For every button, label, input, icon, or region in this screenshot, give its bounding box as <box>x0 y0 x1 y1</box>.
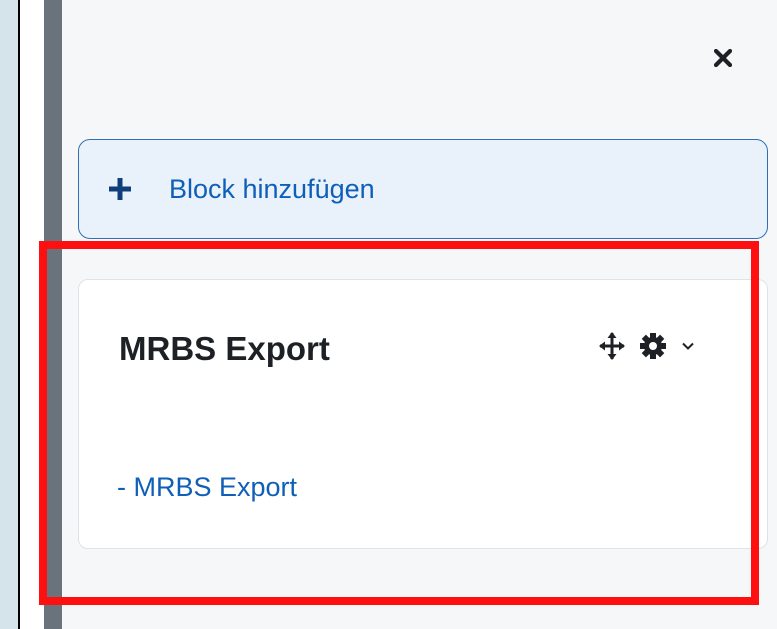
mrbs-export-block: MRBS Export - MRBS Export <box>78 279 768 549</box>
mrbs-export-link[interactable]: - MRBS Export <box>117 472 297 503</box>
close-icon <box>713 48 733 72</box>
block-actions <box>599 332 695 360</box>
chevron-down-icon[interactable] <box>681 339 695 353</box>
move-icon[interactable] <box>599 332 625 360</box>
add-block-label: Block hinzufügen <box>169 173 375 204</box>
add-block-button[interactable]: Block hinzufügen <box>78 139 768 239</box>
block-title: MRBS Export <box>119 330 330 367</box>
drawer-handle-bar <box>44 0 62 629</box>
gear-icon[interactable] <box>639 332 667 360</box>
close-drawer-button[interactable] <box>701 38 745 82</box>
plus-icon <box>109 178 131 200</box>
drawer-edge <box>20 0 25 629</box>
